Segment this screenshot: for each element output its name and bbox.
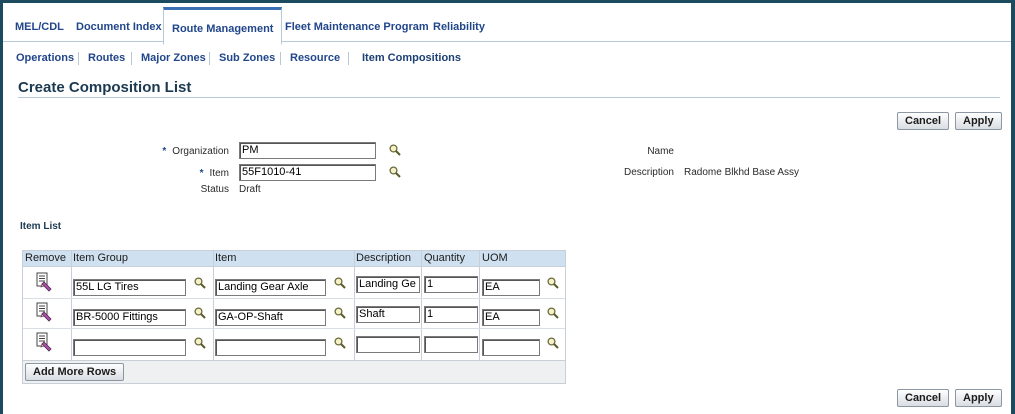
subtab-resource[interactable]: Resource (290, 52, 340, 64)
tab-fleet-maintenance-program[interactable]: Fleet Maintenance Program (285, 21, 429, 33)
add-more-rows-button[interactable]: Add More Rows (25, 363, 125, 381)
organization-input[interactable] (239, 142, 376, 159)
item-label: * Item (200, 168, 229, 179)
remove-row-icon[interactable] (35, 272, 53, 292)
column-divider (421, 251, 422, 361)
table-header: Remove Item Group Item Description Quant… (23, 251, 565, 267)
tab-route-management[interactable]: Route Management (163, 7, 283, 45)
name-label: Name (647, 146, 674, 157)
column-header-item-group: Item Group (73, 252, 129, 264)
row-divider (23, 328, 565, 329)
item-search-icon[interactable] (389, 166, 401, 178)
column-divider (71, 251, 72, 361)
row-divider (23, 298, 565, 299)
column-divider (354, 251, 355, 361)
cancel-button[interactable]: Cancel (897, 112, 950, 130)
description-input[interactable] (356, 336, 420, 353)
subtab-operations[interactable]: Operations (16, 52, 74, 64)
subtab-separator (280, 52, 281, 65)
subtab-sub-zones[interactable]: Sub Zones (219, 52, 275, 64)
item-input[interactable] (239, 164, 376, 181)
tab-document-index[interactable]: Document Index (76, 21, 162, 33)
page-title: Create Composition List (18, 79, 192, 96)
required-indicator: * (162, 146, 167, 157)
cancel-button-bottom[interactable]: Cancel (897, 389, 950, 407)
item-list-heading: Item List (20, 221, 62, 232)
item-search-icon[interactable] (334, 277, 346, 289)
column-header-uom: UOM (482, 252, 508, 264)
remove-row-icon[interactable] (35, 332, 53, 352)
tab-reliability[interactable]: Reliability (433, 21, 485, 33)
uom-input[interactable] (482, 309, 540, 326)
item-input[interactable] (215, 339, 326, 356)
uom-search-icon[interactable] (547, 277, 559, 289)
organization-label: * Organization (162, 146, 229, 157)
item-list-table: Remove Item Group Item Description Quant… (22, 250, 566, 384)
subtab-separator (131, 52, 132, 65)
subtab-major-zones[interactable]: Major Zones (141, 52, 206, 64)
uom-input[interactable] (482, 339, 540, 356)
required-indicator: * (199, 168, 204, 179)
apply-button-bottom[interactable]: Apply (955, 389, 1002, 407)
description-label: Description (623, 167, 674, 178)
column-header-quantity: Quantity (424, 252, 465, 264)
app-frame: MEL/CDL Document Index Route Management … (3, 3, 1011, 414)
item-input[interactable] (215, 279, 326, 296)
item-group-input[interactable] (73, 339, 186, 356)
item-group-search-icon[interactable] (194, 307, 206, 319)
uom-search-icon[interactable] (547, 307, 559, 319)
sub-tabs: Operations Routes Major Zones Sub Zones … (3, 42, 1011, 72)
column-header-description: Description (356, 252, 412, 264)
organization-label-text: Organization (172, 146, 229, 157)
status-value: Draft (239, 184, 261, 195)
quantity-input[interactable] (424, 336, 478, 353)
item-group-input[interactable] (73, 309, 186, 326)
subtab-routes[interactable]: Routes (88, 52, 125, 64)
item-search-icon[interactable] (334, 337, 346, 349)
column-divider (479, 251, 480, 361)
column-header-remove: Remove (25, 252, 66, 264)
subtab-item-compositions[interactable]: Item Compositions (362, 52, 461, 64)
subtab-separator (78, 52, 79, 65)
description-input[interactable] (356, 276, 420, 293)
description-value: Radome Blkhd Base Assy (684, 167, 800, 178)
title-divider (18, 97, 1000, 98)
quantity-input[interactable] (424, 306, 478, 323)
subtab-separator (348, 52, 349, 65)
subtab-separator (209, 52, 210, 65)
remove-row-icon[interactable] (35, 302, 53, 322)
item-group-search-icon[interactable] (194, 337, 206, 349)
quantity-input[interactable] (424, 276, 478, 293)
column-header-item: Item (215, 252, 237, 264)
item-group-input[interactable] (73, 279, 186, 296)
main-tabs: MEL/CDL Document Index Route Management … (3, 3, 1011, 45)
uom-search-icon[interactable] (547, 337, 559, 349)
item-input[interactable] (215, 309, 326, 326)
status-label: Status (200, 184, 229, 195)
item-group-search-icon[interactable] (194, 277, 206, 289)
column-divider (213, 251, 214, 361)
tab-mel-cdl[interactable]: MEL/CDL (15, 21, 64, 33)
apply-button[interactable]: Apply (955, 112, 1002, 130)
item-search-icon[interactable] (334, 307, 346, 319)
description-input[interactable] (356, 306, 420, 323)
item-label-text: Item (209, 168, 229, 179)
organization-search-icon[interactable] (389, 144, 401, 156)
uom-input[interactable] (482, 279, 540, 296)
table-footer: Add More Rows (23, 360, 565, 383)
